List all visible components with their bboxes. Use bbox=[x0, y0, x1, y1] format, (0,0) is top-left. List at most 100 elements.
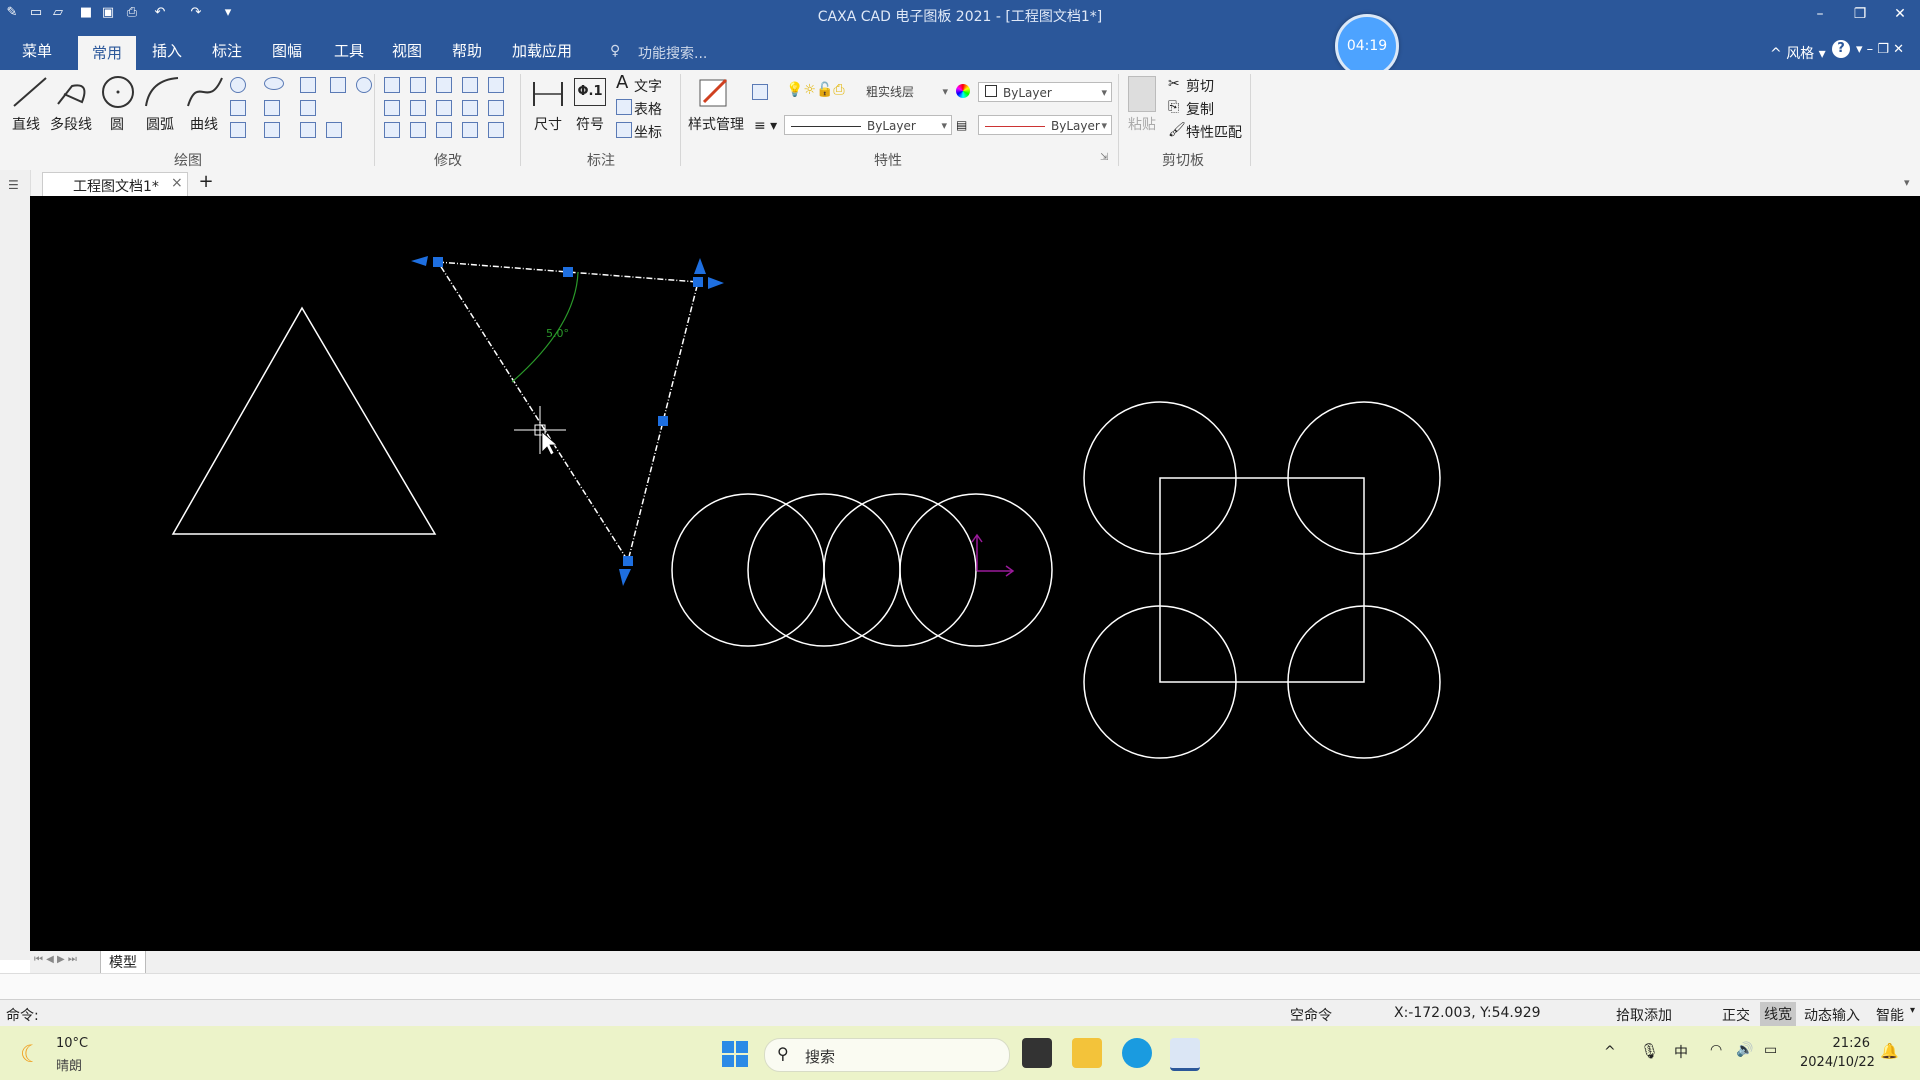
feature-search[interactable]: 功能搜索... bbox=[638, 43, 707, 63]
tool-symbol[interactable]: 符号 bbox=[576, 114, 604, 134]
tray-overflow-icon[interactable]: ^ bbox=[1604, 1044, 1616, 1060]
style-manager-icon[interactable] bbox=[696, 74, 732, 110]
tool-circle[interactable]: 圆 bbox=[110, 114, 124, 134]
layer-select[interactable]: 粗实线层 bbox=[860, 82, 952, 102]
color-wheel-icon[interactable] bbox=[956, 84, 970, 98]
triangle-shape[interactable] bbox=[171, 306, 437, 535]
tool-coordinate[interactable]: 坐标 bbox=[634, 122, 662, 142]
match-props-icon[interactable]: 🖌 bbox=[1168, 122, 1186, 138]
battery-icon[interactable]: ▭ bbox=[1764, 1042, 1777, 1058]
spline-icon[interactable] bbox=[186, 74, 226, 110]
offset-icon[interactable] bbox=[264, 100, 280, 116]
polygon-icon[interactable] bbox=[230, 77, 246, 93]
square-shape[interactable] bbox=[1159, 477, 1365, 683]
symbol-icon[interactable]: Φ.1 bbox=[574, 78, 606, 106]
stretch-icon[interactable] bbox=[462, 100, 478, 116]
tab-view[interactable]: 视图 bbox=[392, 40, 422, 61]
tab-sheet[interactable]: 图幅 bbox=[272, 40, 302, 61]
start-button-icon[interactable] bbox=[722, 1041, 748, 1067]
grip-vertex[interactable] bbox=[693, 277, 703, 287]
properties-expand-icon[interactable]: ⇲ bbox=[1100, 152, 1108, 163]
cut-icon[interactable]: ✂ bbox=[1168, 76, 1180, 92]
mirror-icon[interactable] bbox=[436, 100, 452, 116]
layout-nav-icons[interactable]: ⏮ ◀ ▶ ⏭ bbox=[34, 954, 77, 965]
dimension-icon[interactable] bbox=[530, 76, 566, 112]
layer-state-icons[interactable]: 💡☼🔓⎙ bbox=[786, 82, 845, 98]
panel-toggle-icon[interactable]: ☰ bbox=[8, 178, 19, 192]
tool-text[interactable]: 文字 bbox=[634, 76, 662, 96]
square-pattern[interactable] bbox=[1083, 401, 1441, 759]
tool-polyline[interactable]: 多段线 bbox=[50, 114, 92, 134]
snap-menu-icon[interactable]: ▾ bbox=[1910, 1005, 1915, 1016]
copy-icon[interactable]: ⎘ bbox=[1168, 99, 1179, 115]
tool-copy[interactable]: 复制 bbox=[1186, 99, 1214, 119]
copy-object-icon[interactable] bbox=[384, 100, 400, 116]
weather-moon-icon[interactable]: ☾ bbox=[20, 1040, 42, 1068]
tool-line[interactable]: 直线 bbox=[12, 114, 40, 134]
point-icon[interactable] bbox=[326, 122, 342, 138]
style-switch[interactable]: ^ 风格 ▾ bbox=[1770, 43, 1826, 63]
model-tab[interactable]: 模型 bbox=[100, 951, 146, 974]
notification-bell-icon[interactable]: 🔔 bbox=[1880, 1042, 1899, 1060]
rotate-view-icon[interactable] bbox=[356, 77, 372, 93]
grips[interactable] bbox=[411, 256, 724, 586]
close-button[interactable]: ✕ bbox=[1885, 2, 1915, 26]
selected-triangle[interactable] bbox=[436, 261, 699, 563]
tool-match-props[interactable]: 特性匹配 bbox=[1186, 122, 1242, 142]
tool-arc[interactable]: 圆弧 bbox=[146, 114, 174, 134]
parallel-line-icon[interactable] bbox=[230, 100, 246, 116]
tool-spline[interactable]: 曲线 bbox=[190, 114, 218, 134]
layer-manager-icon[interactable] bbox=[752, 84, 768, 100]
linewidth-toggle[interactable]: 线宽 bbox=[1760, 1002, 1796, 1026]
tab-help[interactable]: 帮助 bbox=[452, 40, 482, 61]
polyline-icon[interactable] bbox=[54, 74, 94, 110]
fillet-icon[interactable] bbox=[384, 122, 400, 138]
break-icon[interactable] bbox=[462, 122, 478, 138]
help-icon[interactable]: ? bbox=[1832, 40, 1850, 58]
scale-icon[interactable] bbox=[462, 77, 478, 93]
block-icon[interactable] bbox=[300, 122, 316, 138]
volume-icon[interactable]: 🔊 bbox=[1736, 1042, 1753, 1058]
hatch-icon[interactable] bbox=[330, 77, 346, 93]
color-select[interactable]: ByLayer bbox=[978, 82, 1112, 103]
file-explorer-icon[interactable] bbox=[1072, 1038, 1102, 1068]
tab-insert[interactable]: 插入 bbox=[152, 40, 182, 61]
grip-arrow[interactable] bbox=[694, 258, 706, 274]
drawing-svg[interactable]: 5.0° bbox=[30, 196, 1920, 951]
close-tab-icon[interactable]: × bbox=[171, 175, 183, 191]
tab-tools[interactable]: 工具 bbox=[334, 40, 364, 61]
ellipse-icon[interactable] bbox=[264, 77, 284, 90]
erase-icon[interactable] bbox=[488, 77, 504, 93]
table-icon[interactable] bbox=[616, 99, 632, 115]
command-prompt[interactable]: 命令: bbox=[6, 1005, 39, 1025]
edge-browser-icon[interactable] bbox=[1122, 1038, 1152, 1068]
tool-style-manager[interactable]: 样式管理 bbox=[688, 114, 744, 134]
paste-icon[interactable] bbox=[1128, 76, 1156, 112]
extend-icon[interactable] bbox=[410, 100, 426, 116]
explode-icon[interactable] bbox=[488, 100, 504, 116]
chamfer-icon[interactable] bbox=[410, 122, 426, 138]
ortho-toggle[interactable]: 正交 bbox=[1722, 1005, 1750, 1025]
text-icon[interactable]: A bbox=[616, 72, 628, 93]
tool-table[interactable]: 表格 bbox=[634, 99, 662, 119]
tool-cut[interactable]: 剪切 bbox=[1186, 76, 1214, 96]
linetype-select[interactable]: ByLayer bbox=[784, 115, 952, 136]
circle-icon[interactable] bbox=[98, 74, 138, 110]
clock-date[interactable]: 2024/10/22 bbox=[1800, 1055, 1875, 1070]
weather-temp[interactable]: 10°C bbox=[56, 1036, 88, 1051]
task-view-icon[interactable] bbox=[1022, 1038, 1052, 1068]
smart-snap-toggle[interactable]: 智能 bbox=[1876, 1005, 1904, 1025]
tab-addons[interactable]: 加载应用 bbox=[512, 40, 572, 61]
grip-midpoint[interactable] bbox=[658, 416, 668, 426]
grip-arrow[interactable] bbox=[411, 256, 428, 266]
taskbar-search-box[interactable]: ⚲ 搜索 bbox=[764, 1038, 1010, 1072]
circle-row[interactable] bbox=[671, 493, 1053, 647]
trim-icon[interactable] bbox=[410, 77, 426, 93]
minimize-button[interactable]: – bbox=[1805, 2, 1835, 26]
grip-arrow[interactable] bbox=[619, 569, 631, 586]
tool-paste[interactable]: 粘贴 bbox=[1128, 114, 1156, 134]
clock-time[interactable]: 21:26 bbox=[1818, 1036, 1870, 1051]
grip-vertex[interactable] bbox=[433, 257, 443, 267]
pick-add-toggle[interactable]: 拾取添加 bbox=[1616, 1005, 1672, 1025]
dynamic-input-toggle[interactable]: 动态输入 bbox=[1804, 1005, 1860, 1025]
